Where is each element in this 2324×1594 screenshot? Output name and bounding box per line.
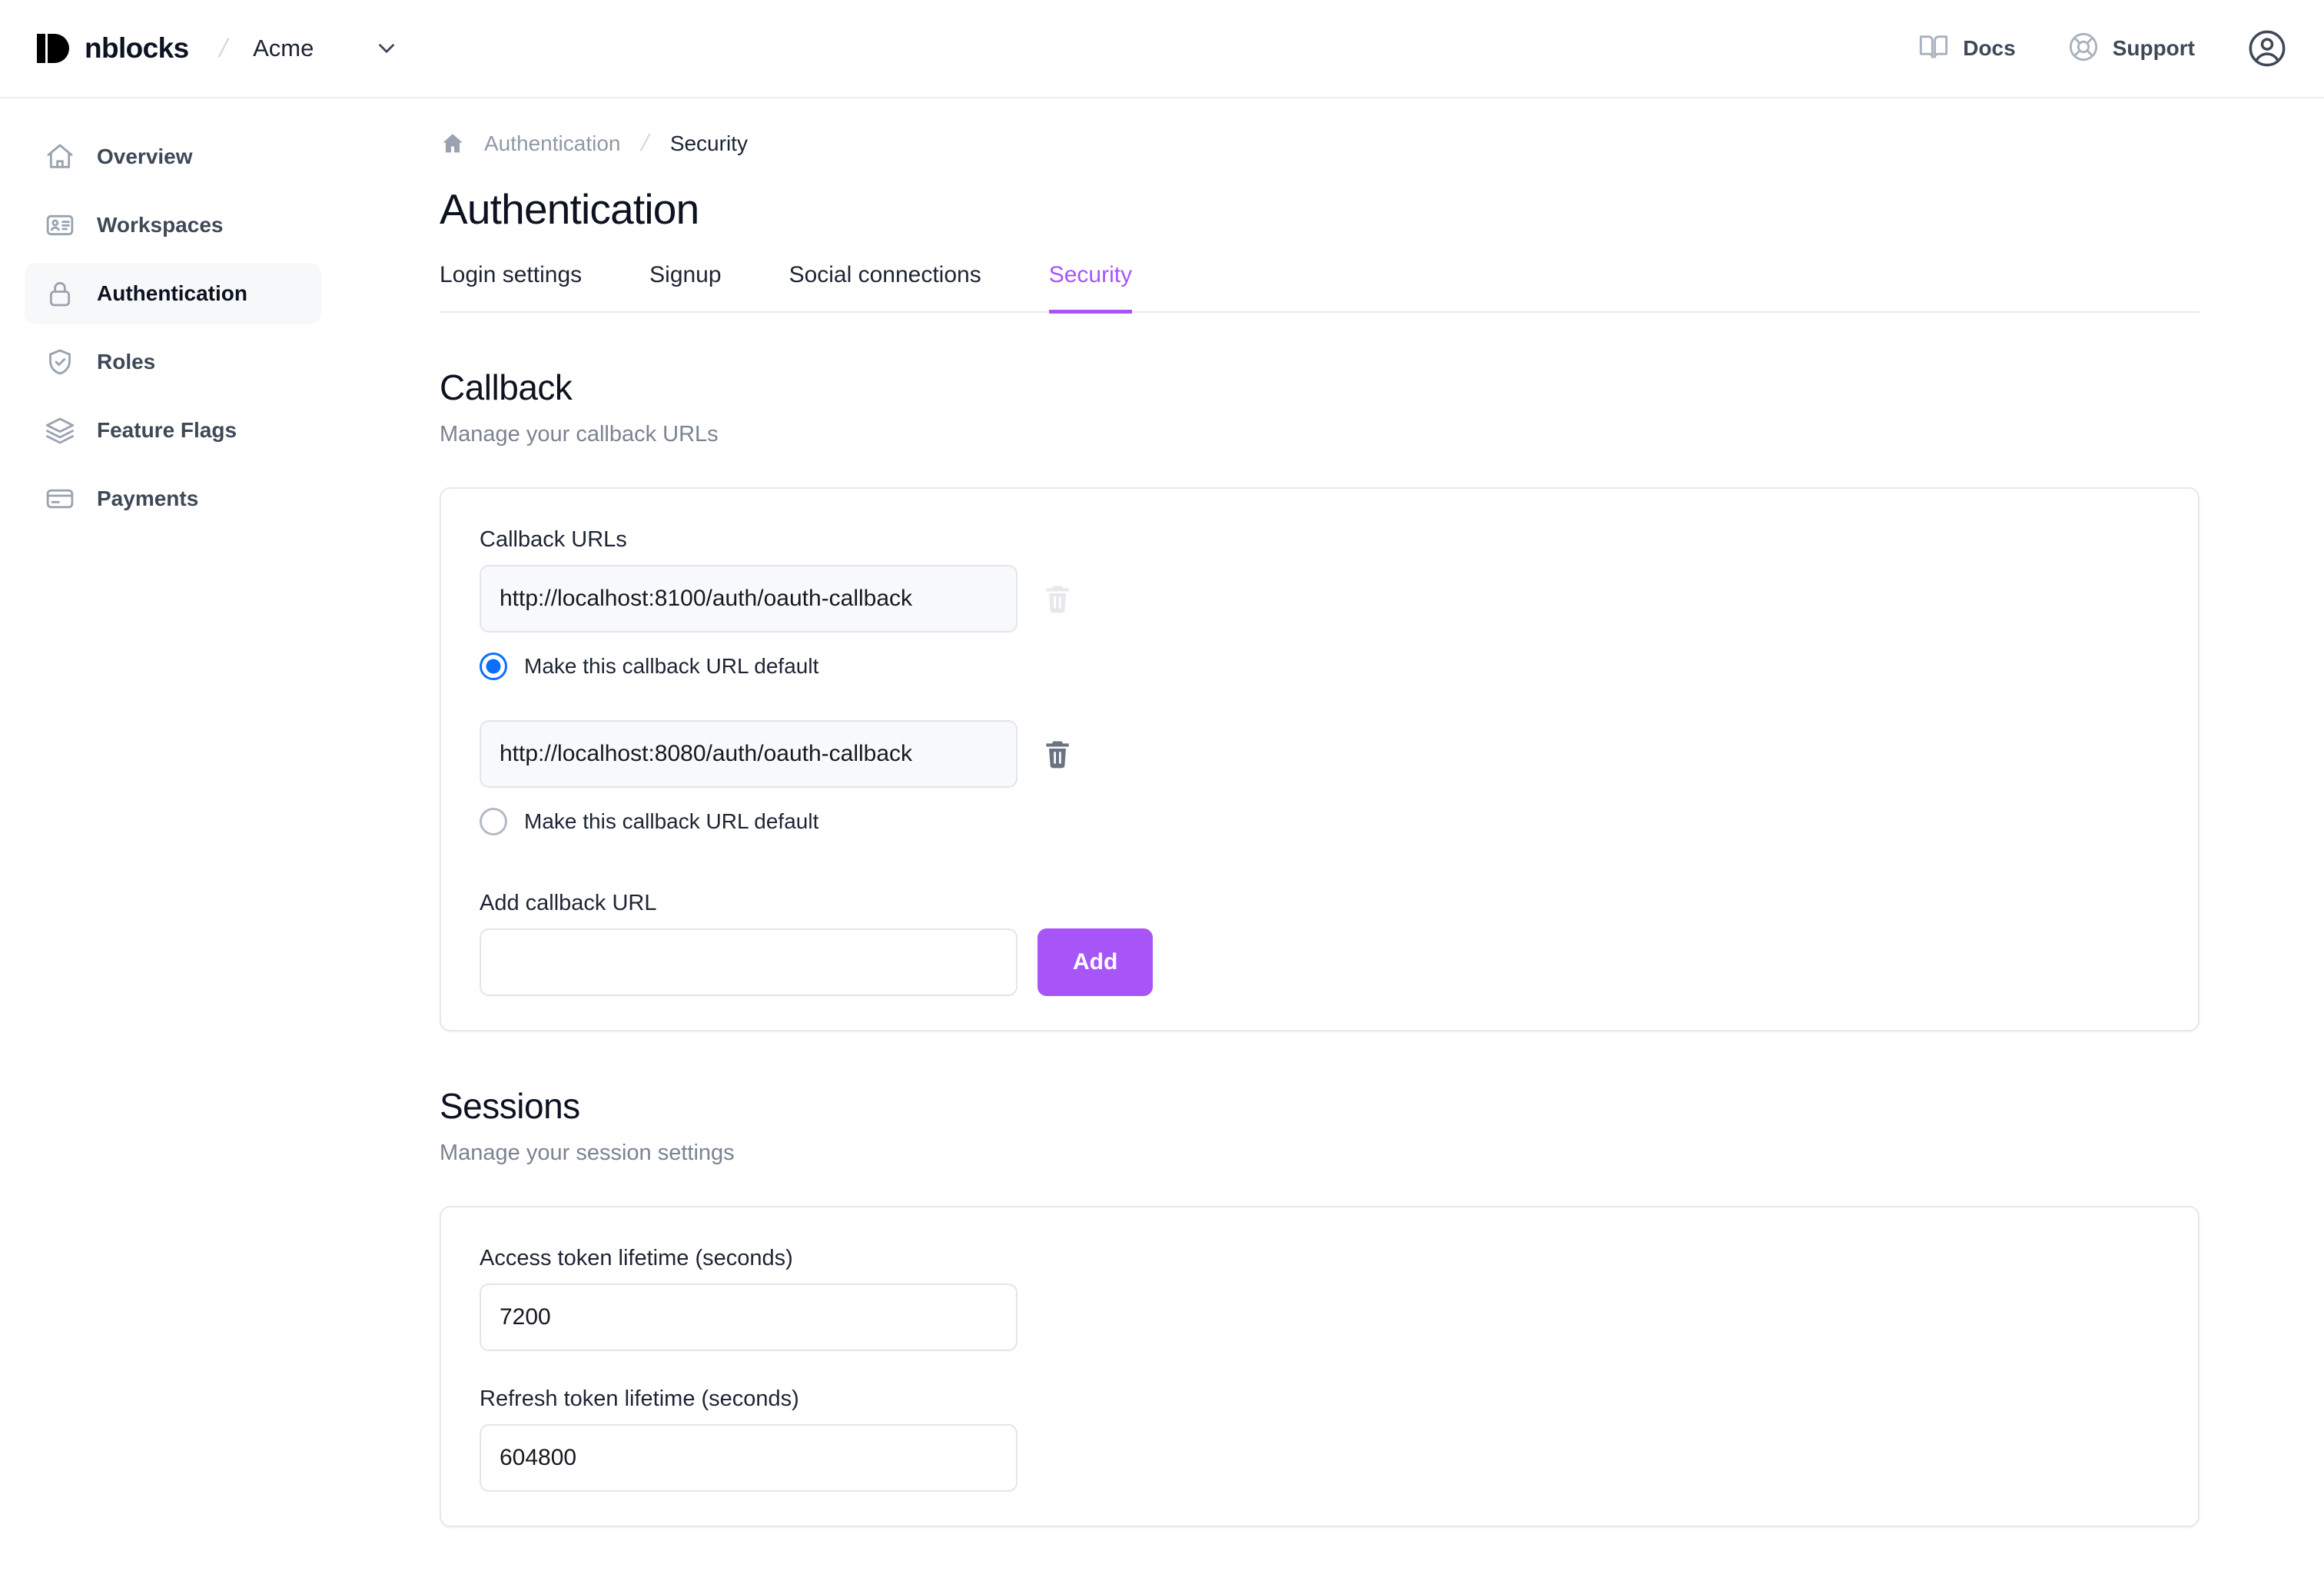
add-callback-url-input[interactable] [480, 928, 1018, 996]
chevron-down-icon[interactable] [374, 35, 400, 61]
sidebar-item-label: Roles [97, 350, 156, 374]
sidebar-item-label: Overview [97, 144, 193, 168]
callback-default-radio-row-2[interactable]: Make this callback URL default [480, 808, 2160, 835]
user-circle-icon[interactable] [2247, 28, 2287, 68]
brand-name: nblocks [85, 32, 189, 64]
home-icon [43, 140, 77, 174]
sidebar-item-payments[interactable]: Payments [25, 468, 321, 530]
callback-default-radio-label-2: Make this callback URL default [524, 809, 819, 833]
layers-icon [43, 413, 77, 447]
tab-signup[interactable]: Signup [649, 262, 721, 314]
sidebar-item-roles[interactable]: Roles [25, 331, 321, 393]
callback-card: Callback URLs Make this callback URL def… [440, 487, 2200, 1031]
sidebar-nav: Overview Workspaces Authentication Roles… [0, 98, 346, 1594]
support-link[interactable]: Support [2042, 32, 2221, 66]
callback-default-radio-1[interactable] [480, 653, 507, 680]
callback-default-radio-label-1: Make this callback URL default [524, 654, 819, 678]
callback-url-row [480, 565, 2160, 633]
brand-logo-group[interactable]: nblocks [37, 32, 189, 65]
breadcrumb-separator: / [639, 131, 652, 156]
add-callback-url-label: Add callback URL [480, 891, 657, 915]
top-bar: nblocks / Acme Docs Support [0, 0, 2324, 98]
add-button[interactable]: Add [1038, 928, 1154, 996]
top-bar-actions: Docs Support [1892, 28, 2324, 68]
docs-link[interactable]: Docs [1892, 32, 2041, 66]
tab-social-connections[interactable]: Social connections [789, 262, 981, 314]
page-title: Authentication [440, 185, 699, 233]
organization-name: Acme [253, 35, 314, 61]
callback-section-subtitle: Manage your callback URLs [440, 422, 719, 447]
trash-icon[interactable] [1038, 732, 1077, 775]
docs-label: Docs [1963, 36, 2016, 60]
callback-section-title: Callback [440, 367, 573, 407]
sidebar-item-feature-flags[interactable]: Feature Flags [25, 400, 321, 461]
sidebar-item-label: Payments [97, 487, 199, 510]
callback-default-radio-row-1[interactable]: Make this callback URL default [480, 653, 2160, 680]
sessions-section-title: Sessions [440, 1086, 580, 1126]
tab-login-settings[interactable]: Login settings [440, 262, 582, 314]
breadcrumb-parent[interactable]: Authentication [484, 131, 620, 156]
trash-icon[interactable] [1038, 577, 1077, 620]
nblocks-logo-icon [37, 32, 71, 65]
callback-url-input-2[interactable] [480, 720, 1018, 788]
sidebar-item-overview[interactable]: Overview [25, 126, 321, 188]
sessions-card: Access token lifetime (seconds) Refresh … [440, 1206, 2200, 1527]
sidebar-item-label: Authentication [97, 281, 247, 305]
sidebar-item-label: Workspaces [97, 213, 224, 237]
support-label: Support [2112, 36, 2195, 60]
id-card-icon [43, 208, 77, 242]
sidebar-item-authentication[interactable]: Authentication [25, 263, 321, 324]
tab-security[interactable]: Security [1048, 262, 1133, 314]
breadcrumb-current: Security [669, 131, 748, 155]
callback-url-input-1[interactable] [480, 565, 1018, 633]
callback-url-row [480, 720, 2160, 788]
credit-card-icon [43, 482, 77, 516]
lifebuoy-icon [2068, 32, 2099, 66]
header-separator: / [216, 33, 231, 63]
callback-default-radio-2[interactable] [480, 808, 507, 835]
shield-check-icon [43, 345, 77, 379]
callback-urls-label: Callback URLs [480, 527, 627, 552]
add-callback-url-row: Add [480, 928, 2160, 996]
access-token-lifetime-input[interactable] [480, 1284, 1018, 1351]
refresh-token-lifetime-input[interactable] [480, 1424, 1018, 1492]
lock-icon [43, 277, 77, 310]
main-content: Authentication / Security Authentication… [346, 98, 2324, 1594]
access-token-lifetime-label: Access token lifetime (seconds) [480, 1246, 793, 1270]
refresh-token-lifetime-label: Refresh token lifetime (seconds) [480, 1386, 799, 1411]
sidebar-item-workspaces[interactable]: Workspaces [25, 194, 321, 256]
sidebar-item-label: Feature Flags [97, 418, 237, 442]
sessions-section-subtitle: Manage your session settings [440, 1141, 735, 1165]
tab-bar: Login settings Signup Social connections… [440, 260, 2200, 314]
book-icon [1918, 32, 1949, 66]
breadcrumb: Authentication / Security [440, 131, 2324, 157]
home-icon[interactable] [440, 131, 466, 157]
